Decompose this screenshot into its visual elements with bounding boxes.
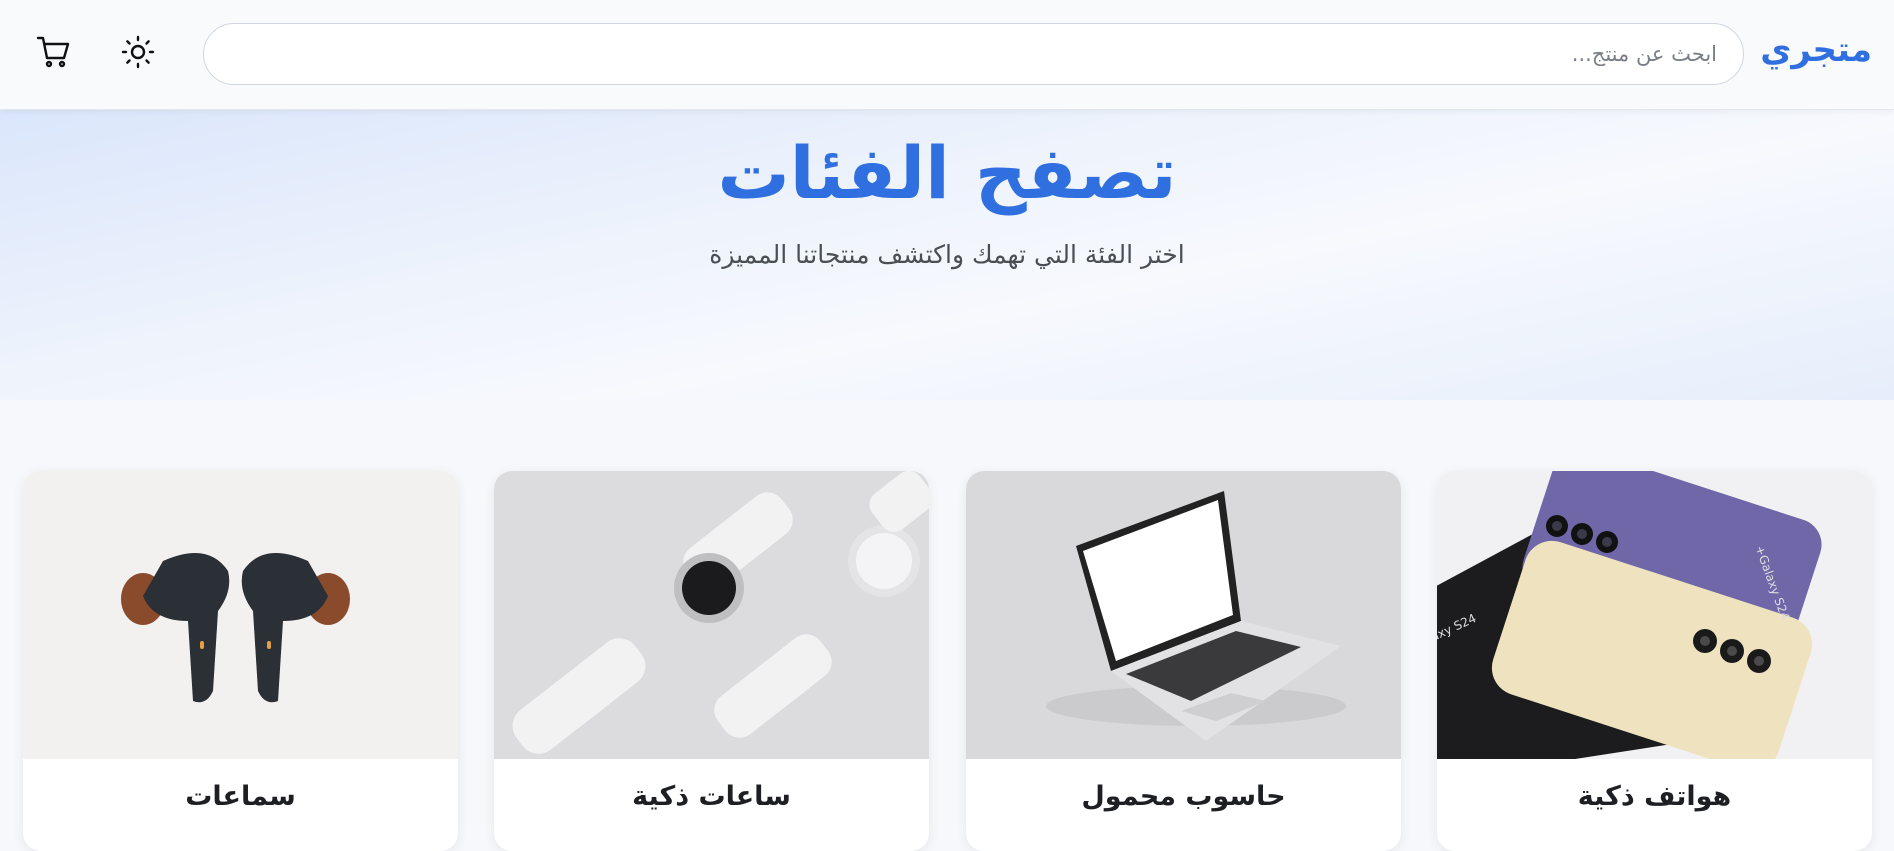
earbuds-image — [23, 471, 458, 759]
category-label: هواتف ذكية — [1577, 781, 1732, 812]
sun-icon — [121, 35, 155, 73]
category-label: ساعات ذكية — [632, 781, 791, 812]
category-card-smartwatches[interactable]: ساعات ذكية — [494, 471, 929, 851]
hero-section: تصفح الفئات اختر الفئة التي تهمك واكتشف … — [0, 110, 1894, 400]
category-label: حاسوب محمول — [1081, 781, 1286, 812]
page-subtitle: اختر الفئة التي تهمك واكتشف منتجاتنا الم… — [709, 240, 1185, 269]
smartwatch-image — [494, 471, 929, 759]
page-title: تصفح الفئات — [717, 131, 1177, 215]
category-grid: Galaxy S24 Galaxy S24+ هواتف ذكية حاسوب … — [0, 471, 1894, 851]
search-input[interactable] — [203, 23, 1744, 85]
laptop-image — [966, 471, 1401, 759]
cart-icon — [36, 34, 72, 74]
category-label: سماعات — [185, 781, 296, 812]
category-card-smartphones[interactable]: Galaxy S24 Galaxy S24+ هواتف ذكية — [1437, 471, 1872, 851]
category-card-laptops[interactable]: حاسوب محمول — [966, 471, 1401, 851]
top-navbar: متجري — [0, 0, 1894, 110]
cart-button[interactable] — [33, 33, 75, 75]
category-card-headphones[interactable]: سماعات — [23, 471, 458, 851]
store-logo[interactable]: متجري — [1760, 30, 1872, 70]
smartphones-image: Galaxy S24 Galaxy S24+ — [1437, 471, 1872, 759]
theme-toggle-button[interactable] — [117, 33, 159, 75]
